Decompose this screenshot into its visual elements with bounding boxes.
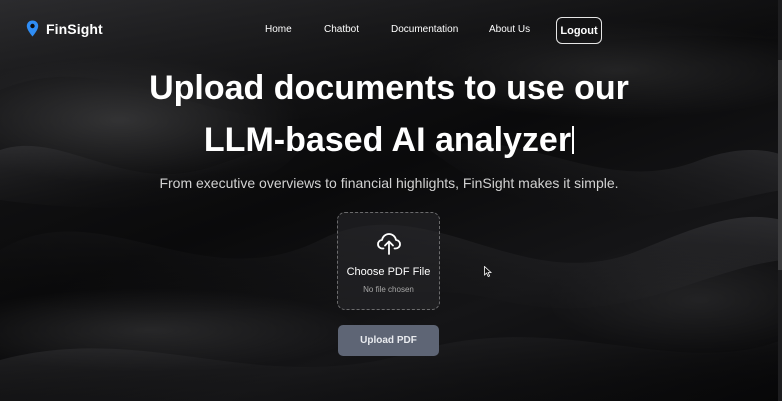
mouse-cursor-icon bbox=[484, 266, 492, 277]
brand-logo[interactable]: FinSight bbox=[26, 20, 103, 37]
nav-about-link[interactable]: About Us bbox=[489, 24, 530, 35]
typing-caret bbox=[572, 126, 575, 154]
nav-chatbot-link[interactable]: Chatbot bbox=[324, 24, 359, 35]
navbar: FinSight Home Chatbot Documentation Abou… bbox=[0, 0, 782, 60]
hero-title-line-2-wrap: LLM-based AI analyzer bbox=[0, 114, 778, 166]
page: FinSight Home Chatbot Documentation Abou… bbox=[0, 0, 782, 401]
nav-documentation-link[interactable]: Documentation bbox=[391, 24, 458, 35]
file-status-text: No file chosen bbox=[363, 285, 414, 294]
upload-pdf-button[interactable]: Upload PDF bbox=[338, 325, 439, 356]
scrollbar-thumb[interactable] bbox=[778, 60, 782, 270]
cloud-upload-icon bbox=[377, 233, 401, 255]
hero-title-line-2: LLM-based AI analyzer bbox=[203, 121, 572, 159]
scrollbar[interactable] bbox=[778, 0, 782, 401]
map-pin-icon bbox=[26, 20, 39, 37]
hero-title: Upload documents to use our LLM-based AI… bbox=[0, 62, 778, 166]
hero-subtitle: From executive overviews to financial hi… bbox=[159, 175, 619, 191]
choose-file-label: Choose PDF File bbox=[346, 266, 431, 278]
hero-title-line-1: Upload documents to use our bbox=[149, 69, 629, 107]
logout-button[interactable]: Logout bbox=[556, 17, 602, 44]
file-dropzone[interactable]: Choose PDF File No file chosen bbox=[337, 212, 440, 310]
brand-name: FinSight bbox=[46, 20, 103, 37]
nav-home-link[interactable]: Home bbox=[265, 24, 292, 35]
